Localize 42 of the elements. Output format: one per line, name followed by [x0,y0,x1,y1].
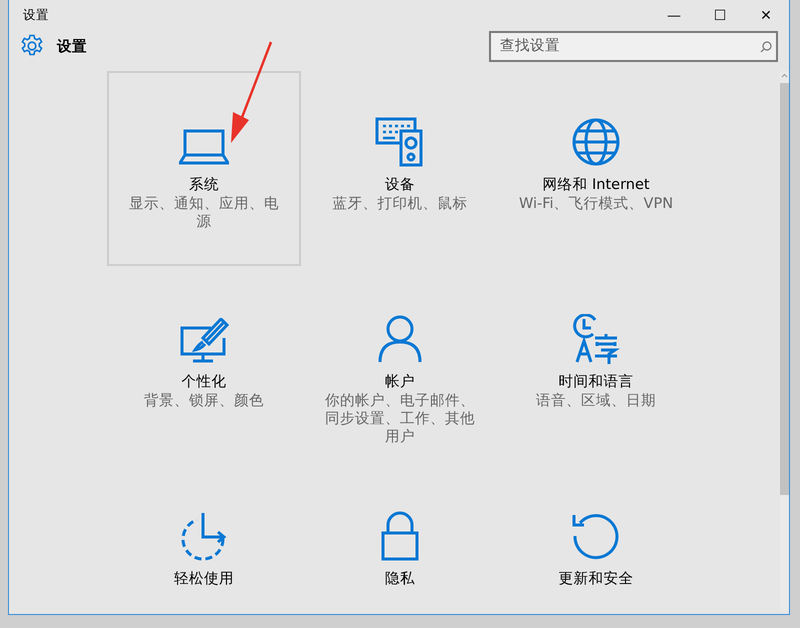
settings-tile[interactable]: 更新和安全 [499,465,693,614]
tile-description: 显示、通知、应用、电源 [128,195,280,231]
globe-icon [571,117,621,167]
close-button[interactable]: ✕ [743,0,789,31]
page-title: 设置 [57,38,88,56]
search-field[interactable]: 查找设置 [489,30,778,62]
search-icon [760,40,772,52]
clock-language-icon [571,314,621,364]
minimize-button[interactable]: — [651,0,697,31]
maximize-button[interactable]: ☐ [697,0,743,31]
settings-tile[interactable]: 网络和 Internet Wi-Fi、飞行模式、VPN [499,71,693,266]
laptop-icon [179,127,229,167]
monitor-brush-icon [179,318,229,364]
tile-title: 系统 [189,176,219,195]
tile-description: 背景、锁屏、颜色 [143,392,265,410]
settings-tile[interactable]: 轻松使用 [107,465,301,614]
tile-title: 帐户 [385,373,415,392]
tile-title: 隐私 [385,570,415,589]
accessibility-icon [179,511,229,561]
lock-icon [380,511,420,561]
tile-title: 更新和安全 [558,570,634,589]
tile-title: 设备 [385,176,415,195]
settings-tile[interactable]: 设备 蓝牙、打印机、鼠标 [303,71,497,266]
tile-title: 时间和语言 [558,372,634,392]
settings-icon [20,34,44,58]
settings-tile[interactable]: 帐户 你的帐户、电子邮件、同步设置、工作、其他用户 [303,268,497,463]
tile-title: 网络和 Internet [542,176,650,195]
tile-description: Wi-Fi、飞行模式、VPN [518,195,674,213]
tile-title: 轻松使用 [174,570,234,589]
settings-tile[interactable]: 隐私 [303,465,497,614]
settings-tile[interactable]: 个性化 背景、锁屏、颜色 [107,268,301,463]
tile-description: 你的帐户、电子邮件、同步设置、工作、其他用户 [324,392,476,446]
scroll-thumb[interactable] [780,83,789,495]
settings-tile[interactable]: 系统 显示、通知、应用、电源 [107,71,301,266]
settings-tile[interactable]: 时间和语言 语音、区域、日期 [499,268,693,463]
scrollbar[interactable] [780,71,789,611]
window-title: 设置 [23,7,50,24]
tile-description: 语音、区域、日期 [535,392,657,410]
tile-title: 个性化 [182,373,226,392]
refresh-icon [571,511,621,561]
tile-description: 蓝牙、打印机、鼠标 [332,195,468,213]
keyboard-speaker-icon [375,117,425,167]
